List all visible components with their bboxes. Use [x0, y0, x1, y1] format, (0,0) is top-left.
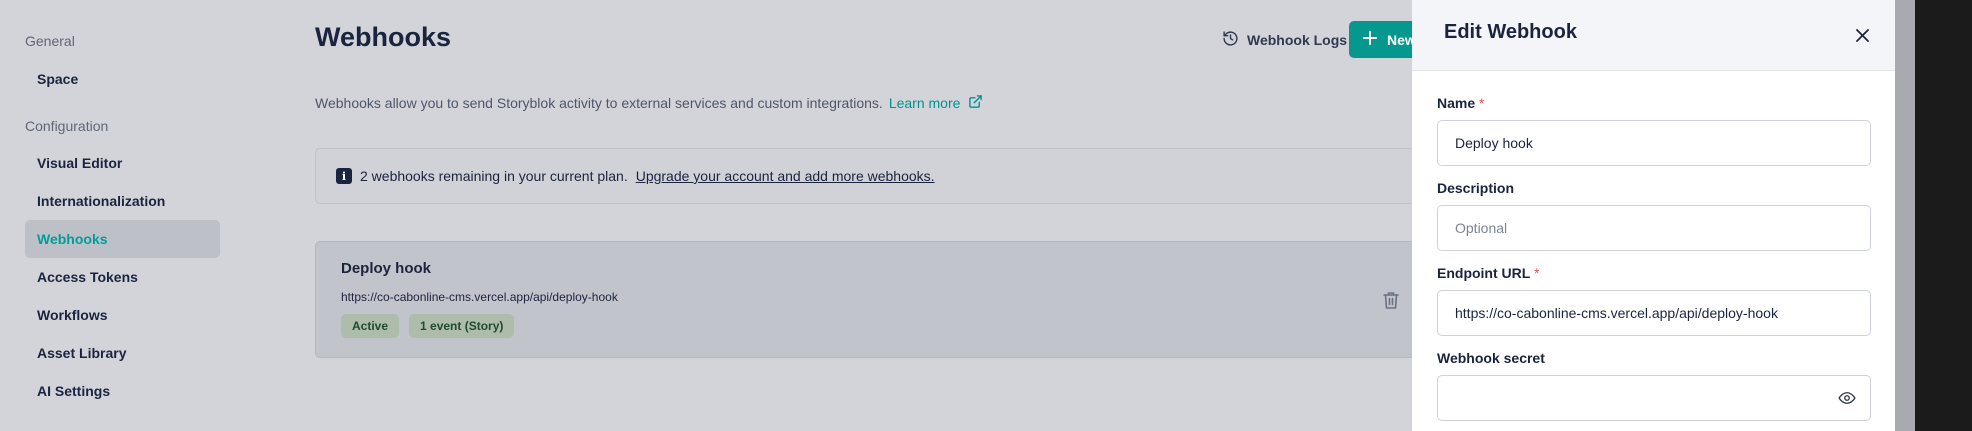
window-edge — [1915, 0, 1972, 431]
status-badge: Active — [341, 314, 400, 338]
intro-description: Webhooks allow you to send Storyblok act… — [315, 95, 883, 111]
sidebar-item-workflows[interactable]: Workflows — [25, 296, 220, 334]
required-marker: * — [1533, 265, 1540, 281]
required-marker: * — [1479, 95, 1485, 111]
page-title: Webhooks — [315, 22, 452, 52]
plan-notice: i 2 webhooks remaining in your current p… — [315, 148, 1415, 204]
close-icon[interactable] — [1852, 25, 1872, 45]
webhook-logs-label: Webhook Logs — [1247, 32, 1348, 48]
sidebar-group-configuration: Configuration — [25, 118, 109, 134]
eye-icon[interactable] — [1838, 389, 1856, 410]
notice-text: 2 webhooks remaining in your current pla… — [360, 168, 628, 184]
description-field[interactable]: Optional — [1437, 205, 1871, 251]
upgrade-link[interactable]: Upgrade your account and add more webhoo… — [636, 168, 935, 184]
sidebar-item-webhooks[interactable]: Webhooks — [25, 220, 220, 258]
name-field-value: Deploy hook — [1455, 135, 1533, 151]
trash-icon[interactable] — [1383, 291, 1399, 314]
webhook-card[interactable]: Deploy hook https://co-cabonline-cms.ver… — [315, 241, 1415, 358]
secret-label: Webhook secret — [1437, 350, 1545, 366]
info-icon: i — [336, 168, 352, 184]
sidebar-item-ai-settings[interactable]: AI Settings — [25, 372, 220, 410]
learn-more-link[interactable]: Learn more — [889, 94, 984, 112]
webhook-url: https://co-cabonline-cms.vercel.app/api/… — [341, 290, 618, 304]
sidebar: General Space Configuration Visual Edito… — [0, 0, 240, 431]
webhook-name: Deploy hook — [341, 260, 432, 277]
endpoint-label: Endpoint URL * — [1437, 265, 1539, 281]
description-label: Description — [1437, 180, 1515, 196]
name-label: Name * — [1437, 95, 1484, 111]
backdrop-edge — [1895, 0, 1915, 431]
sidebar-item-space[interactable]: Space — [25, 60, 220, 98]
external-link-icon — [968, 94, 983, 112]
description-placeholder: Optional — [1455, 220, 1508, 236]
event-badge: 1 event (Story) — [409, 314, 515, 338]
endpoint-url-field[interactable]: https://co-cabonline-cms.vercel.app/api/… — [1437, 290, 1871, 336]
endpoint-label-text: Endpoint URL — [1437, 265, 1531, 281]
sidebar-item-access-tokens[interactable]: Access Tokens — [25, 258, 220, 296]
intro-text: Webhooks allow you to send Storyblok act… — [315, 94, 983, 112]
webhook-secret-field[interactable] — [1437, 375, 1871, 421]
sidebar-item-visual-editor[interactable]: Visual Editor — [25, 144, 220, 182]
sidebar-group-general: General — [25, 33, 75, 49]
webhook-badges: Active 1 event (Story) — [341, 314, 515, 338]
edit-webhook-drawer: Edit Webhook Name * Deploy hook Descript… — [1412, 0, 1895, 431]
name-label-text: Name — [1437, 95, 1476, 111]
history-icon — [1222, 30, 1239, 50]
drawer-header: Edit Webhook — [1412, 0, 1895, 71]
webhook-logs-button[interactable]: Webhook Logs — [1222, 28, 1347, 52]
learn-more-label: Learn more — [888, 95, 961, 111]
plus-icon — [1363, 31, 1377, 48]
drawer-title: Edit Webhook — [1444, 21, 1577, 43]
sidebar-item-internationalization[interactable]: Internationalization — [25, 182, 220, 220]
name-field[interactable]: Deploy hook — [1437, 120, 1871, 166]
sidebar-item-asset-library[interactable]: Asset Library — [25, 334, 220, 372]
endpoint-url-value: https://co-cabonline-cms.vercel.app/api/… — [1455, 305, 1778, 321]
